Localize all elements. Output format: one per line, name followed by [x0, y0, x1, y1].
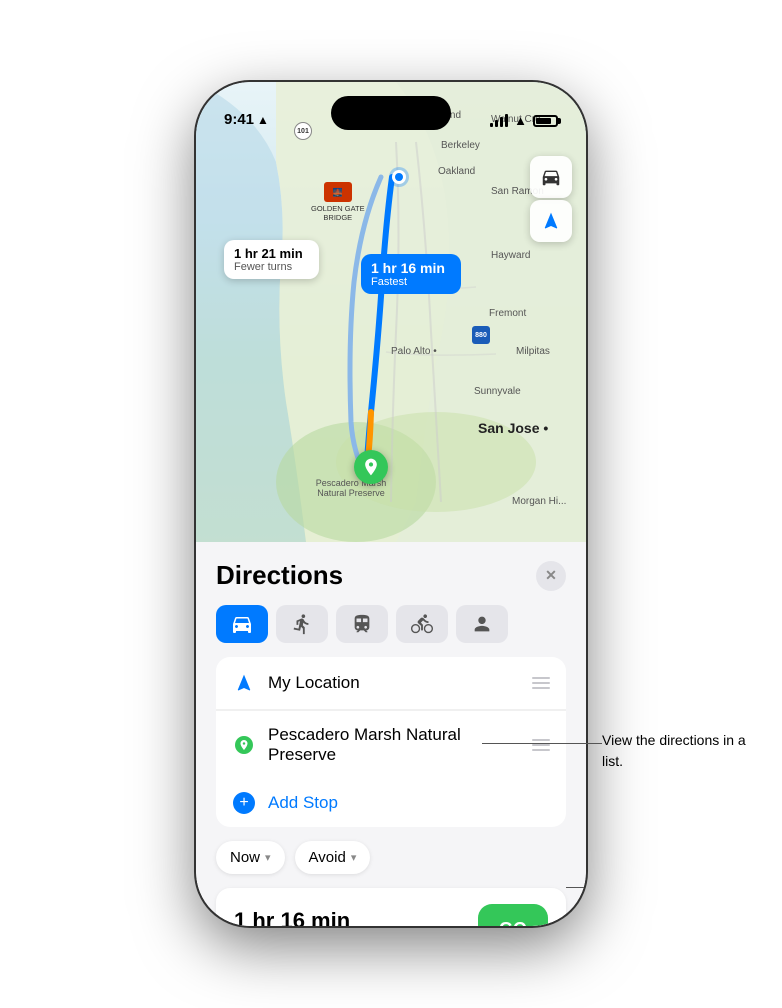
alt-route-label: Fewer turns [234, 261, 309, 273]
alt-route-callout[interactable]: 1 hr 21 min Fewer turns [224, 240, 319, 279]
route-1-time: 1 hr 16 min [234, 908, 357, 927]
dynamic-island [331, 96, 451, 130]
golden-gate-marker: 🌉 GOLDEN GATEBRIDGE [311, 182, 365, 222]
main-route-line [196, 82, 586, 542]
golden-gate-label: GOLDEN GATEBRIDGE [311, 204, 365, 222]
route-inputs: My Location Pes [216, 657, 566, 827]
route-shield-880: 880 [472, 326, 490, 344]
time-filter-button[interactable]: Now ▾ [216, 841, 285, 874]
origin-icon [232, 671, 256, 695]
destination-dot [235, 736, 253, 754]
annotation-text: View the directions in a list. [602, 730, 762, 772]
location-arrow-icon: ▲ [257, 113, 269, 127]
annotation-indicator [216, 887, 566, 889]
destination-marker [354, 450, 388, 484]
transport-tab-custom[interactable] [456, 605, 508, 643]
battery-icon [533, 115, 558, 127]
add-stop-row[interactable]: + Add Stop [216, 779, 566, 827]
person-icon [471, 613, 493, 635]
fastest-route-label: Fastest [371, 276, 451, 288]
time-label: 9:41 [224, 111, 254, 128]
add-stop-icon: + [232, 791, 256, 815]
map-controls [530, 156, 572, 242]
destination-row[interactable]: Pescadero Marsh Natural Preserve [216, 710, 566, 779]
origin-drag-handle[interactable] [532, 677, 550, 689]
route-card-1[interactable]: 1 hr 16 min 73 km · Fastest route GO [216, 888, 566, 926]
time-filter-label: Now [230, 849, 260, 866]
destination-drag-handle[interactable] [532, 739, 550, 751]
fastest-route-time: 1 hr 16 min [371, 260, 451, 276]
current-location-dot [392, 170, 406, 184]
golden-gate-icon: 🌉 [324, 182, 352, 202]
avoid-chevron-icon: ▾ [351, 851, 357, 864]
time-chevron-icon: ▾ [265, 851, 271, 864]
close-icon: ✕ [545, 567, 557, 584]
annotation-label: View the directions in a list. [602, 732, 746, 769]
walk-icon [291, 613, 313, 635]
fastest-route-callout[interactable]: 1 hr 16 min Fastest [361, 254, 461, 294]
status-time: 9:41 ▲ [224, 111, 269, 128]
transport-tab-walk[interactable] [276, 605, 328, 643]
origin-text: My Location [268, 673, 520, 693]
drive-icon [230, 612, 254, 636]
origin-row[interactable]: My Location [216, 657, 566, 710]
transport-tab-bike[interactable] [396, 605, 448, 643]
bike-icon [411, 613, 433, 635]
directions-header: Directions ✕ [216, 560, 566, 591]
transit-icon [351, 613, 373, 635]
directions-title: Directions [216, 560, 343, 591]
car-icon [540, 166, 562, 188]
transport-tab-drive[interactable] [216, 605, 268, 643]
phone-screen: 9:41 ▲ ▲ [196, 82, 586, 926]
status-icons: ▲ [490, 113, 558, 128]
map-area[interactable]: Richmond Berkeley Walnut Cre... Oakland … [196, 82, 586, 542]
transport-tabs [216, 605, 566, 643]
route-card-1-info: 1 hr 16 min 73 km · Fastest route [234, 908, 357, 927]
location-button[interactable] [530, 200, 572, 242]
destination-icon [232, 733, 256, 757]
avoid-filter-label: Avoid [309, 849, 346, 866]
directions-panel: Directions ✕ [196, 544, 586, 926]
tree-icon [361, 457, 381, 477]
destination-plus-icon [238, 739, 250, 751]
transport-tab-transit[interactable] [336, 605, 388, 643]
wifi-icon: ▲ [514, 113, 527, 128]
add-stop-text: Add Stop [268, 793, 338, 813]
close-button[interactable]: ✕ [536, 561, 566, 591]
alt-route-time: 1 hr 21 min [234, 246, 309, 261]
filter-row: Now ▾ Avoid ▾ [216, 841, 566, 874]
plus-circle-icon: + [233, 792, 255, 814]
signal-icon [490, 115, 508, 127]
avoid-filter-button[interactable]: Avoid ▾ [295, 841, 371, 874]
destination-text: Pescadero Marsh Natural Preserve [268, 725, 520, 765]
annotation-line [566, 887, 586, 888]
go-button-1[interactable]: GO [478, 904, 548, 926]
location-arrow-icon [541, 211, 561, 231]
drive-mode-button[interactable] [530, 156, 572, 198]
phone-frame: 9:41 ▲ ▲ [196, 82, 586, 926]
location-fill-icon [234, 673, 254, 693]
